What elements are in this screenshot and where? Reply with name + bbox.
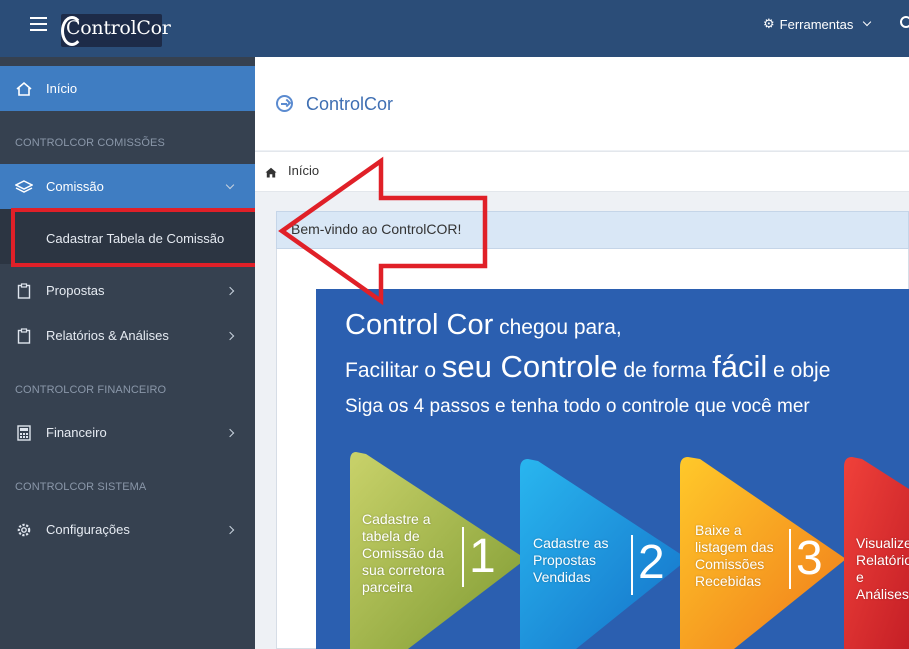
sidebar-item-label: Financeiro	[46, 425, 107, 440]
step-3-divider	[789, 529, 791, 589]
menu-toggle-icon[interactable]	[30, 17, 47, 31]
sidebar-item-inicio[interactable]: Início	[0, 66, 255, 111]
chevron-right-icon	[225, 286, 235, 295]
gear-icon	[15, 521, 33, 539]
callout-arrow	[278, 156, 488, 305]
clipboard-icon	[15, 327, 33, 345]
home-icon[interactable]	[265, 165, 277, 178]
sidebar-item-label: Início	[46, 81, 78, 96]
step-2-text: Cadastre as Propostas Vendidas	[533, 535, 609, 585]
step-2-number: 2	[638, 536, 665, 589]
step-3-text: Baixe a listagem das Comissões Recebidas	[695, 522, 774, 589]
logo-text: ControlCor	[66, 17, 171, 39]
arrow-circle-right-icon	[276, 95, 293, 112]
calculator-icon	[15, 424, 33, 442]
layers-icon	[15, 178, 33, 196]
step-2-divider	[631, 535, 633, 595]
section-heading-financeiro: CONTROLCOR FINANCEIRO	[15, 384, 167, 396]
highlight-box	[11, 208, 260, 267]
step-3-number: 3	[796, 532, 823, 585]
chevron-right-icon	[225, 331, 235, 340]
sidebar-item-label: Comissão	[46, 179, 104, 194]
step-1-divider	[462, 527, 464, 587]
clipboard-icon	[15, 282, 33, 300]
chevron-down-icon	[225, 180, 235, 189]
sidebar-item-comissao[interactable]: Comissão	[0, 164, 255, 209]
sidebar-item-configuracoes[interactable]: Configurações	[0, 507, 255, 552]
home-icon	[15, 80, 33, 98]
steps-banner: Control Cor chegou para, Facilitar o seu…	[316, 289, 909, 649]
step-1-text: Cadastre a tabela de Comissão da sua cor…	[362, 511, 445, 595]
tools-menu[interactable]: ⚙ Ferramentas	[763, 16, 872, 32]
section-heading-sistema: CONTROLCOR SISTEMA	[15, 481, 147, 493]
gear-icon: ⚙	[763, 16, 775, 31]
sidebar-item-label: Propostas	[46, 283, 105, 298]
chevron-right-icon	[225, 428, 235, 437]
page-title: ControlCor	[306, 94, 394, 114]
sidebar-item-relatorios[interactable]: Relatórios & Análises	[0, 313, 255, 358]
tools-label: Ferramentas	[779, 16, 854, 32]
step-1-number: 1	[469, 530, 496, 583]
chevron-right-icon	[225, 525, 235, 534]
sidebar-item-label: Relatórios & Análises	[46, 328, 169, 343]
section-heading-comissoes: CONTROLCOR COMISSÕES	[15, 137, 165, 149]
sidebar-item-label: Configurações	[46, 522, 130, 537]
sidebar-item-propostas[interactable]: Propostas	[0, 268, 255, 313]
sidebar-item-financeiro[interactable]: Financeiro	[0, 410, 255, 455]
step-4-text: Visualize Relatórios e Análises	[856, 535, 909, 602]
search-icon[interactable]	[900, 16, 909, 28]
chevron-down-icon	[863, 17, 872, 27]
